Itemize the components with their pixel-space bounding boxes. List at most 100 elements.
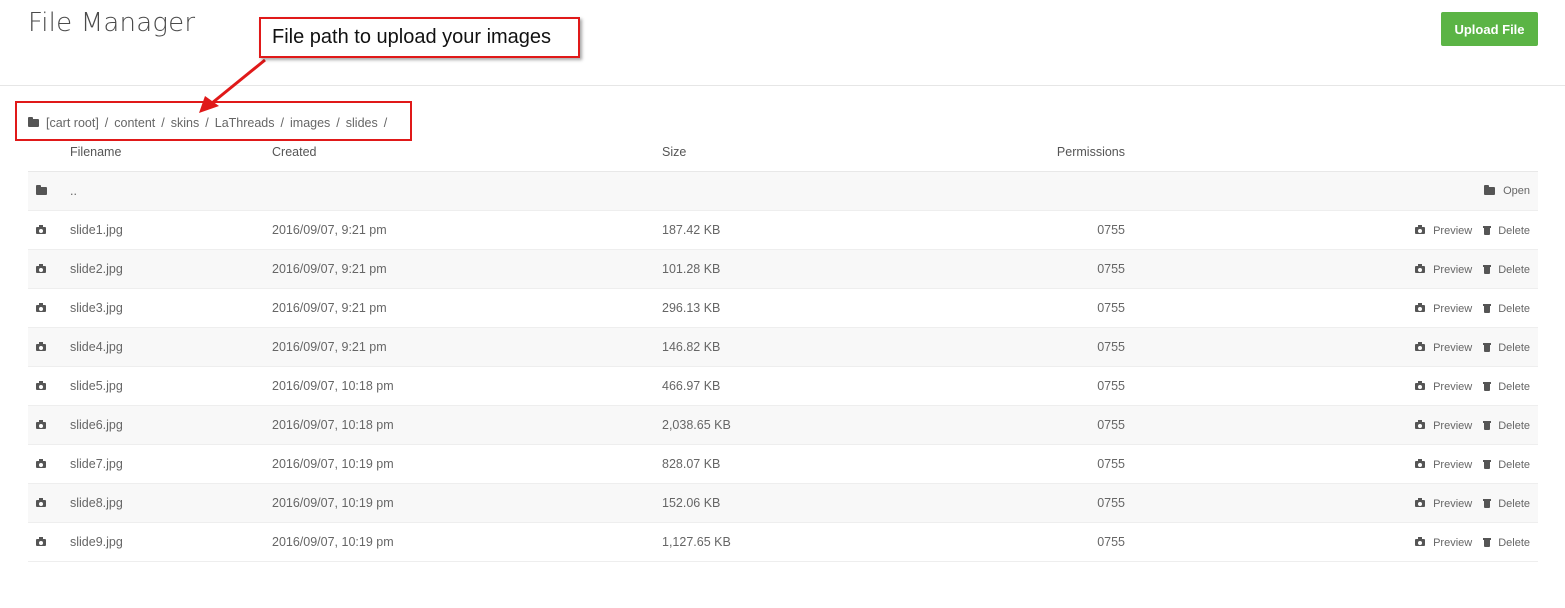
preview-label: Preview xyxy=(1433,263,1473,276)
file-created: 2016/09/07, 9:21 pm xyxy=(272,301,387,315)
file-size: 187.42 KB xyxy=(662,223,721,237)
breadcrumb-item-slides[interactable]: slides xyxy=(346,116,378,130)
annotation-text: File path to upload your images xyxy=(272,26,552,48)
preview-button[interactable]: Preview xyxy=(1415,225,1472,237)
file-permissions: 0755 xyxy=(1097,301,1125,315)
table-row[interactable]: slide3.jpg 2016/09/07, 9:21 pm 296.13 KB 07… xyxy=(28,288,1538,328)
file-size: 466.97 KB xyxy=(662,379,721,393)
file-permissions: 0755 xyxy=(1097,223,1125,237)
file-permissions: 0755 xyxy=(1097,262,1125,276)
camera-icon xyxy=(36,303,46,312)
camera-icon xyxy=(36,225,46,234)
file-created: 2016/09/07, 10:18 pm xyxy=(272,418,394,432)
breadcrumb-separator: / xyxy=(336,116,340,130)
table-header-row: Filename Created Size Permissions xyxy=(28,133,1538,172)
file-name[interactable]: slide5.jpg xyxy=(70,379,123,393)
file-name[interactable]: slide9.jpg xyxy=(70,535,123,549)
delete-label: Delete xyxy=(1498,224,1530,237)
preview-button[interactable]: Preview xyxy=(1415,264,1472,276)
table-row[interactable]: slide1.jpg 2016/09/07, 9:21 pm 187.42 KB 07… xyxy=(28,210,1538,250)
preview-button[interactable]: Preview xyxy=(1415,342,1472,354)
preview-button[interactable]: Preview xyxy=(1415,420,1472,432)
delete-label: Delete xyxy=(1498,497,1530,510)
delete-button[interactable]: Delete xyxy=(1483,342,1530,354)
delete-button[interactable]: Delete xyxy=(1483,497,1530,510)
trash-icon xyxy=(1483,226,1492,235)
camera-icon xyxy=(36,537,46,546)
file-created: 2016/09/07, 9:21 pm xyxy=(272,340,387,354)
file-name[interactable]: slide6.jpg xyxy=(70,418,123,432)
delete-button[interactable]: Delete xyxy=(1483,381,1530,393)
file-permissions: 0755 xyxy=(1097,457,1125,471)
delete-button[interactable]: Delete xyxy=(1483,303,1530,315)
camera-icon xyxy=(36,459,46,468)
actions-column-header xyxy=(1125,133,1538,172)
file-created: 2016/09/07, 10:18 pm xyxy=(272,379,394,393)
preview-button[interactable]: Preview xyxy=(1415,498,1472,510)
breadcrumb-item-lathreads[interactable]: LaThreads xyxy=(215,116,275,130)
table-row[interactable]: slide9.jpg 2016/09/07, 10:19 pm 1,127.65 K… xyxy=(28,522,1538,562)
parent-directory-link[interactable]: .. xyxy=(70,184,77,198)
size-column-header: Size xyxy=(662,133,1054,172)
file-permissions: 0755 xyxy=(1097,535,1125,549)
file-size: 101.28 KB xyxy=(662,262,721,276)
page-title: File Manager xyxy=(28,8,196,38)
preview-button[interactable]: Preview xyxy=(1415,537,1472,549)
delete-label: Delete xyxy=(1498,536,1530,549)
table-row[interactable]: slide4.jpg 2016/09/07, 9:21 pm 146.82 KB 07… xyxy=(28,327,1538,367)
file-size: 1,127.65 KB xyxy=(662,535,731,549)
file-name[interactable]: slide4.jpg xyxy=(70,340,123,354)
delete-button[interactable]: Delete xyxy=(1483,536,1530,549)
preview-label: Preview xyxy=(1433,380,1473,393)
parent-directory-row[interactable]: .. Open xyxy=(28,171,1538,211)
open-button[interactable]: Open xyxy=(1484,185,1530,197)
header-divider xyxy=(0,85,1565,86)
filename-column-header: Filename xyxy=(70,133,272,172)
preview-button[interactable]: Preview xyxy=(1415,459,1472,471)
delete-button[interactable]: Delete xyxy=(1483,263,1530,276)
camera-icon xyxy=(36,498,46,507)
delete-label: Delete xyxy=(1498,263,1530,276)
camera-icon xyxy=(1415,420,1426,429)
folder-icon xyxy=(28,117,39,127)
delete-button[interactable]: Delete xyxy=(1483,458,1530,471)
file-created: 2016/09/07, 10:19 pm xyxy=(272,496,394,510)
camera-icon xyxy=(36,381,46,390)
camera-icon xyxy=(36,342,46,351)
file-name[interactable]: slide7.jpg xyxy=(70,457,123,471)
file-name[interactable]: slide3.jpg xyxy=(70,301,123,315)
breadcrumb-separator: / xyxy=(205,116,209,130)
table-row[interactable]: slide2.jpg 2016/09/07, 9:21 pm 101.28 KB 07… xyxy=(28,249,1538,289)
breadcrumb-separator: / xyxy=(161,116,165,130)
file-permissions: 0755 xyxy=(1097,418,1125,432)
file-created: 2016/09/07, 9:21 pm xyxy=(272,223,387,237)
preview-label: Preview xyxy=(1433,302,1473,315)
breadcrumb-separator: / xyxy=(280,116,284,130)
file-name[interactable]: slide8.jpg xyxy=(70,496,123,510)
camera-icon xyxy=(1415,381,1426,390)
breadcrumb-item-images[interactable]: images xyxy=(290,116,330,130)
open-label: Open xyxy=(1503,185,1530,197)
upload-file-button[interactable]: Upload File xyxy=(1441,12,1538,46)
preview-button[interactable]: Preview xyxy=(1415,381,1472,393)
preview-label: Preview xyxy=(1433,536,1473,549)
breadcrumb-item-cart-root[interactable]: [cart root] xyxy=(46,116,99,130)
delete-button[interactable]: Delete xyxy=(1483,224,1530,237)
file-name[interactable]: slide2.jpg xyxy=(70,262,123,276)
preview-button[interactable]: Preview xyxy=(1415,303,1472,315)
breadcrumb-item-content[interactable]: content xyxy=(114,116,155,130)
file-size: 146.82 KB xyxy=(662,340,721,354)
delete-label: Delete xyxy=(1498,458,1530,471)
file-permissions: 0755 xyxy=(1097,496,1125,510)
breadcrumb-separator: / xyxy=(383,116,388,130)
file-size: 2,038.65 KB xyxy=(662,418,731,432)
preview-label: Preview xyxy=(1433,419,1473,432)
camera-icon xyxy=(36,420,46,429)
file-name[interactable]: slide1.jpg xyxy=(70,223,123,237)
delete-button[interactable]: Delete xyxy=(1483,420,1530,432)
table-row[interactable]: slide5.jpg 2016/09/07, 10:18 pm 466.97 KB 0… xyxy=(28,366,1538,406)
table-row[interactable]: slide8.jpg 2016/09/07, 10:19 pm 152.06 KB 0… xyxy=(28,483,1538,523)
table-row[interactable]: slide6.jpg 2016/09/07, 10:18 pm 2,038.65 K… xyxy=(28,405,1538,445)
breadcrumb-item-skins[interactable]: skins xyxy=(171,116,199,130)
table-row[interactable]: slide7.jpg 2016/09/07, 10:19 pm 828.07 KB 0… xyxy=(28,444,1538,484)
